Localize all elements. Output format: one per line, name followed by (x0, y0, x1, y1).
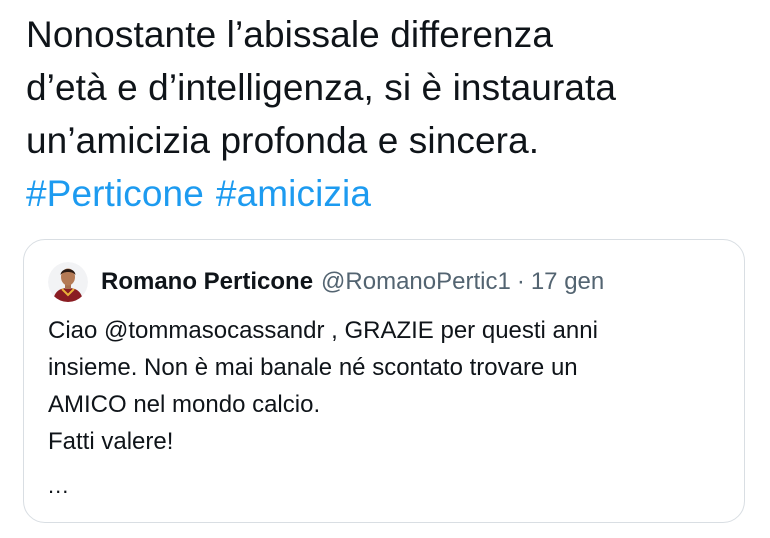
quoted-tweet-line: insieme. Non è mai banale né scontato tr… (48, 354, 578, 381)
quoted-tweet-line: Ciao @tommasocassandr , GRAZIE per quest… (48, 317, 598, 344)
avatar-image (48, 262, 88, 302)
tweet-text-line: d’età e d’intelligenza, si è instaurata (26, 67, 617, 108)
tweet-text-line: Nonostante l’abissale differenza (26, 14, 554, 55)
hashtag-amicizia[interactable]: #amicizia (216, 173, 371, 214)
tweet-text: Nonostante l’abissale differenza d’età e… (26, 8, 756, 220)
quoted-tweet-line: AMICO nel mondo calcio. (48, 391, 321, 418)
post-date[interactable]: 17 gen (531, 268, 604, 296)
hashtag-perticone[interactable]: #Perticone (26, 173, 204, 214)
quoted-tweet-card[interactable]: Romano Perticone @RomanoPertic1 · 17 gen… (23, 239, 745, 523)
author-handle: @RomanoPertic1 (321, 268, 511, 295)
quoted-tweet-header: Romano Perticone @RomanoPertic1 · 17 gen (48, 262, 604, 302)
separator-dot: · (516, 268, 525, 295)
avatar[interactable] (48, 262, 88, 302)
quoted-tweet-line: Fatti valere! (48, 428, 174, 455)
hashtag-row: #Perticone #amicizia (26, 167, 756, 220)
quoted-tweet-body: Ciao @tommasocassandr , GRAZIE per quest… (48, 312, 728, 460)
show-more-ellipsis[interactable]: ... (48, 474, 69, 498)
author-name[interactable]: Romano Perticone (101, 268, 313, 296)
tweet-text-line: un’amicizia profonda e sincera. (26, 120, 540, 161)
